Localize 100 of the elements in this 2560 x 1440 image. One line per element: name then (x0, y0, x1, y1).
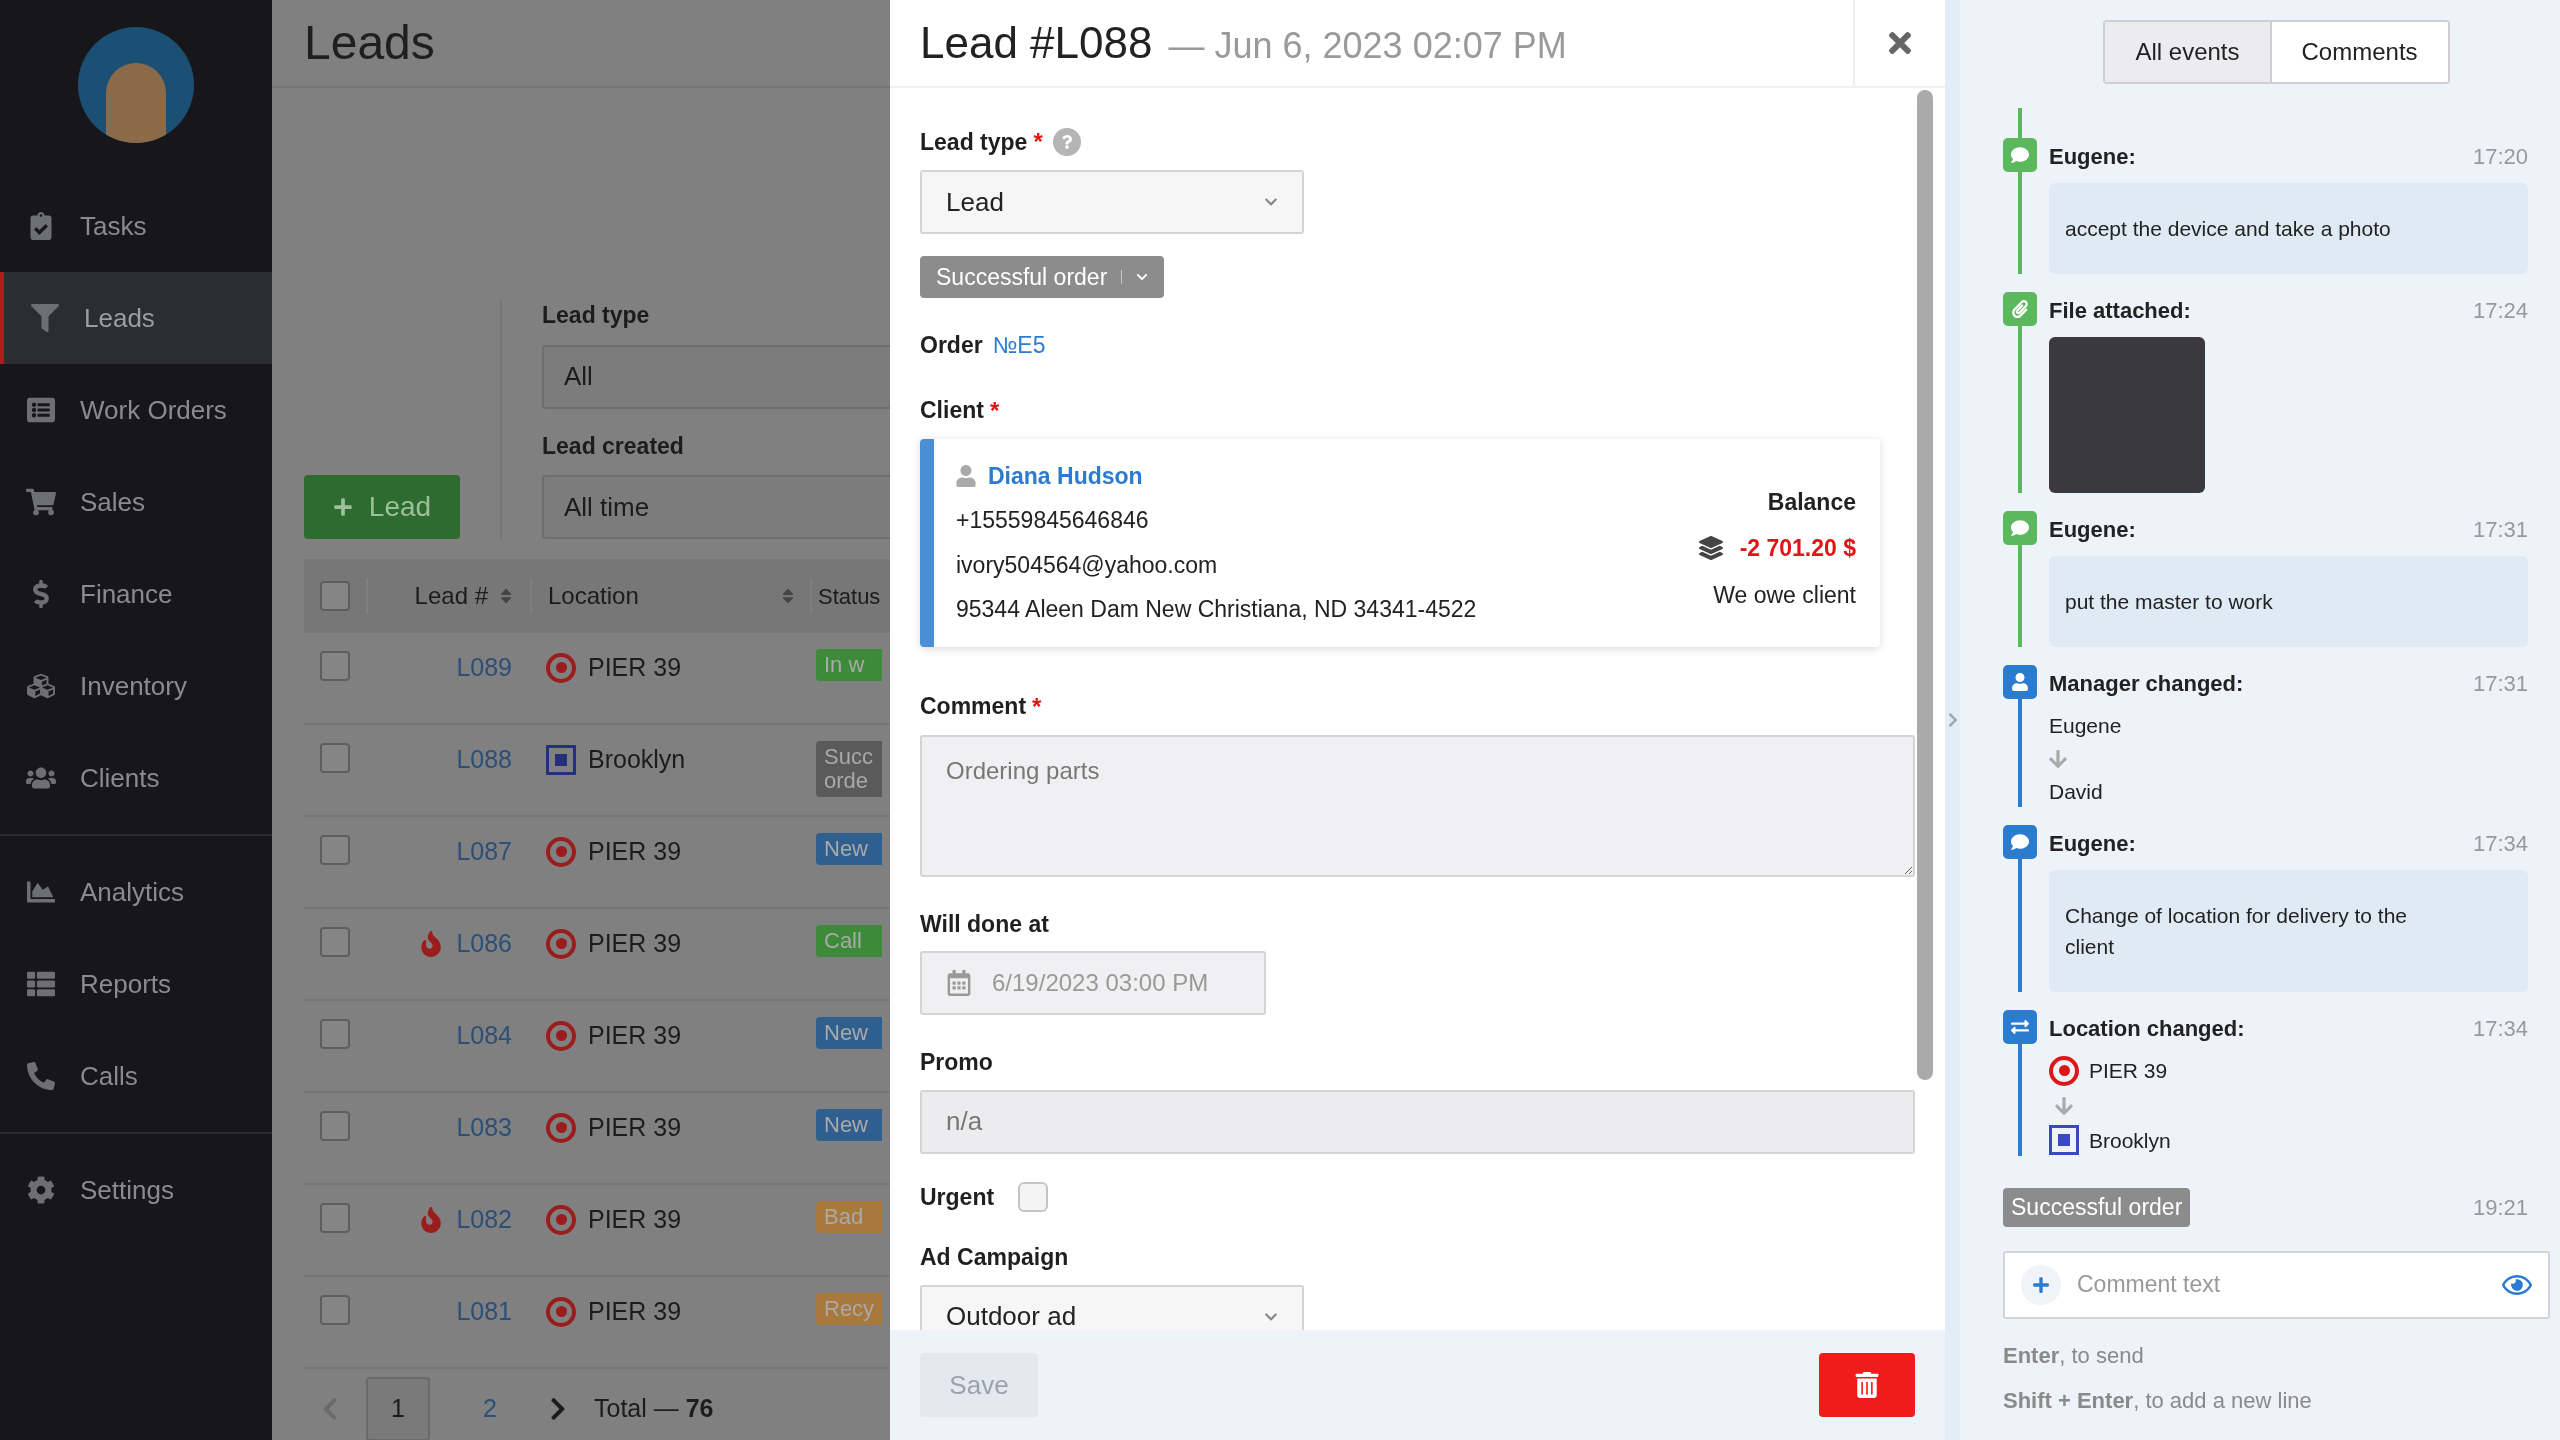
row-checkbox[interactable] (320, 1295, 350, 1325)
order-link[interactable]: №E5 (992, 328, 1046, 363)
table-row[interactable]: L082 PIER 39 Bad (304, 1185, 890, 1277)
page-title: Leads (304, 15, 435, 71)
table-row[interactable]: L081 PIER 39 Recy (304, 1277, 890, 1369)
event-title: Eugene: (2049, 516, 2136, 544)
balance-label: Balance (1767, 487, 1856, 517)
comment-field[interactable]: Ordering parts (920, 734, 1915, 877)
client-email: ivory504564@yahoo.com (956, 550, 1219, 580)
field-label: Promo (920, 1048, 993, 1077)
sidebar-item[interactable]: Leads (0, 272, 272, 364)
plus-icon (2032, 1275, 2050, 1294)
sidebar-item[interactable]: Inventory (0, 640, 272, 732)
table-row[interactable]: L089 PIER 39 In w (304, 633, 890, 725)
filter-label: Lead type (542, 301, 651, 330)
row-checkbox[interactable] (320, 927, 350, 957)
sidebar-item[interactable]: Finance (0, 548, 272, 640)
location-text: PIER 39 (588, 1020, 682, 1051)
event-time: 17:34 (2472, 830, 2528, 858)
calendar-icon (946, 970, 972, 996)
event-title: Eugene: (2049, 143, 2136, 171)
row-checkbox[interactable] (320, 1203, 350, 1233)
location-text: PIER 39 (588, 836, 682, 867)
add-lead-button[interactable]: Lead (304, 475, 460, 539)
event-title: Manager changed: (2049, 670, 2244, 698)
table-row[interactable]: L086 PIER 39 Call (304, 909, 890, 1001)
sidebar-item[interactable]: Sales (0, 456, 272, 548)
expand-icon[interactable] (1947, 712, 1958, 728)
sidebar-item[interactable]: Analytics (0, 846, 272, 938)
event-time: 17:31 (2472, 670, 2528, 698)
page-button[interactable]: 1 (366, 1377, 430, 1440)
comment-bubble: put the master to work (2049, 556, 2528, 647)
sidebar-item[interactable]: Settings (0, 1144, 272, 1236)
keyboard-hint: Enter, to send (2003, 1341, 2145, 1370)
required-mark: * (989, 395, 1000, 426)
table-row[interactable]: L087 PIER 39 New (304, 817, 890, 909)
row-checkbox[interactable] (320, 1019, 350, 1049)
promo-field[interactable]: n/a (920, 1089, 1915, 1154)
down-arrow-icon (2055, 1094, 2073, 1117)
history-tab[interactable]: Comments (2269, 22, 2448, 82)
event-time: 17:34 (2472, 1015, 2528, 1043)
person-icon (956, 464, 976, 487)
table-row[interactable]: L084 PIER 39 New (304, 1001, 890, 1093)
event-title: Location changed: (2049, 1015, 2245, 1043)
comment-bubble: Change of location for delivery to the client (2049, 870, 2528, 992)
table-row[interactable]: L083 PIER 39 New (304, 1093, 890, 1185)
new-manager: David (2049, 778, 2104, 805)
status-badge: New (816, 1109, 882, 1141)
comment-field[interactable]: Comment text (2003, 1250, 2550, 1319)
comment-input[interactable]: Comment text (2077, 1267, 2486, 1302)
event-time: 17:24 (2472, 297, 2528, 325)
help-button[interactable] (1052, 128, 1081, 156)
event-time: 17:31 (2472, 516, 2528, 544)
total-count: Total — 76 (594, 1393, 714, 1425)
row-checkbox[interactable] (320, 835, 350, 865)
column-header[interactable]: Lead # (414, 578, 488, 614)
ad-campaign-select[interactable]: Outdoor ad (920, 1284, 1304, 1330)
sort-icon (500, 587, 512, 605)
field-label: Order (920, 331, 983, 360)
delete-button[interactable] (1819, 1353, 1915, 1417)
table-row[interactable]: L088 Brooklyn Succ orde (304, 725, 890, 817)
location-text: PIER 39 (588, 652, 682, 683)
date-field[interactable]: 6/19/2023 03:00 PM (920, 951, 1266, 1015)
status-badge: In w (816, 649, 882, 681)
keyboard-hint: Shift + Enter, to add a new line (2003, 1386, 2313, 1415)
sidebar-item[interactable]: Tasks (0, 180, 272, 272)
field-label: Ad Campaign (920, 1243, 1069, 1272)
lead-type-select[interactable]: Lead (920, 170, 1304, 234)
required-mark: * (1032, 691, 1042, 722)
add-attachment-button[interactable] (2021, 1264, 2061, 1305)
list-icon (26, 396, 56, 424)
row-checkbox[interactable] (320, 1111, 350, 1141)
history-tab[interactable]: All events (2105, 22, 2270, 82)
location-text: PIER 39 (588, 928, 682, 959)
field-label: Client (920, 396, 984, 426)
row-checkbox[interactable] (320, 743, 350, 773)
sidebar-item[interactable]: Reports (0, 938, 272, 1030)
row-checkbox[interactable] (320, 651, 350, 681)
event-title: Eugene: (2049, 830, 2136, 858)
column-header[interactable]: Location (548, 578, 639, 614)
location-text: PIER 39 (588, 1204, 682, 1235)
scrollbar[interactable] (1917, 90, 1933, 1080)
urgent-checkbox[interactable] (1018, 1181, 1049, 1212)
event-time: 17:20 (2472, 143, 2528, 171)
status-badge: New (816, 833, 882, 865)
client-name-link[interactable]: Diana Hudson (988, 458, 1143, 493)
previous-location: PIER 39 (2089, 1058, 2168, 1084)
sidebar-item[interactable]: Work Orders (0, 364, 272, 456)
filter-select[interactable]: All time (542, 475, 890, 539)
status-dropdown[interactable]: Successful order (920, 256, 1165, 298)
column-header[interactable]: Status (818, 584, 881, 609)
sort-icon (782, 587, 794, 605)
sidebar-item[interactable]: Clients (0, 732, 272, 824)
comment-bubble: accept the device and take a photo (2049, 183, 2528, 274)
photo-placeholder[interactable] (2049, 337, 2205, 493)
next-page-icon[interactable] (550, 1396, 566, 1422)
sidebar-item[interactable]: Calls (0, 1030, 272, 1122)
select-all-checkbox[interactable] (320, 581, 350, 611)
chevron-down-icon (1136, 271, 1149, 283)
filter-select[interactable]: All (542, 344, 890, 409)
